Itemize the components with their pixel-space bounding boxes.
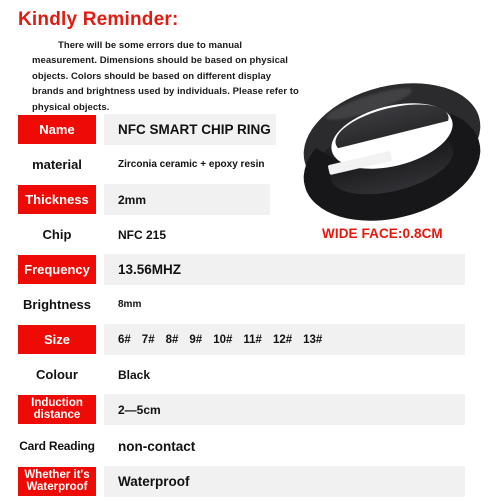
spec-value-material: Zirconia ceramic + epoxy resin	[118, 159, 265, 170]
size-option: 11#	[243, 333, 262, 346]
size-option: 13#	[303, 333, 323, 346]
table-row: Frequency 13.56MHZ	[0, 252, 500, 287]
table-row: Thickness 2mm	[0, 182, 500, 217]
spec-value-brightness: 8mm	[118, 299, 142, 310]
size-option: 12#	[272, 333, 293, 346]
spec-value-colour: Black	[118, 367, 151, 382]
size-option: 8#	[165, 333, 179, 346]
table-row: Induction distance 2—5cm	[0, 392, 500, 429]
reminder-body-text: There will be some errors due to manual …	[32, 39, 299, 113]
table-row: Size 6# 7# 8# 9# 10# 11# 12# 13#	[0, 322, 500, 357]
size-option: 9#	[189, 333, 203, 346]
spec-label-colour: Colour	[36, 366, 78, 382]
spec-label-frequency: Frequency	[18, 255, 96, 284]
table-row: Whether it's Waterproof Waterproof	[0, 464, 500, 501]
table-row: Name NFC SMART CHIP RING	[0, 112, 500, 147]
spec-label-name: Name	[18, 115, 96, 144]
size-option: 10#	[213, 333, 233, 346]
spec-value-thickness: 2mm	[104, 184, 270, 215]
spec-label-thickness: Thickness	[18, 185, 96, 214]
table-row: material Zirconia ceramic + epoxy resin	[0, 147, 500, 182]
spec-label-waterproof: Whether it's Waterproof	[18, 467, 96, 496]
size-option: 6#	[118, 333, 131, 346]
spec-label-brightness: Brightness	[23, 296, 91, 312]
spec-value-waterproof: Waterproof	[104, 466, 465, 497]
table-row: Chip NFC 215	[0, 217, 500, 252]
spec-value-induction-distance: 2—5cm	[104, 394, 465, 425]
specification-table: Name NFC SMART CHIP RING material Zircon…	[0, 112, 500, 501]
size-option-list: 6# 7# 8# 9# 10# 11# 12# 13#	[118, 334, 322, 346]
size-option: 7#	[141, 333, 155, 346]
reminder-title: Kindly Reminder:	[18, 9, 179, 30]
spec-value-chip: NFC 215	[118, 227, 167, 242]
spec-value-size: 6# 7# 8# 9# 10# 11# 12# 13#	[104, 324, 465, 355]
spec-value-card-reading: non-contact	[118, 439, 196, 454]
spec-label-induction-distance: Induction distance	[18, 395, 96, 424]
spec-label-material: material	[32, 156, 82, 172]
spec-label-chip: Chip	[42, 226, 72, 242]
kindly-reminder-block: Kindly Reminder: There will be some erro…	[0, 0, 310, 115]
spec-value-name: NFC SMART CHIP RING	[104, 114, 276, 145]
spec-label-size: Size	[18, 325, 96, 354]
spec-value-frequency: 13.56MHZ	[104, 254, 465, 285]
spec-label-card-reading: Card Reading	[19, 439, 95, 454]
table-row: Colour Black	[0, 357, 500, 392]
table-row: Card Reading non-contact	[0, 429, 500, 464]
table-row: Brightness 8mm	[0, 287, 500, 322]
